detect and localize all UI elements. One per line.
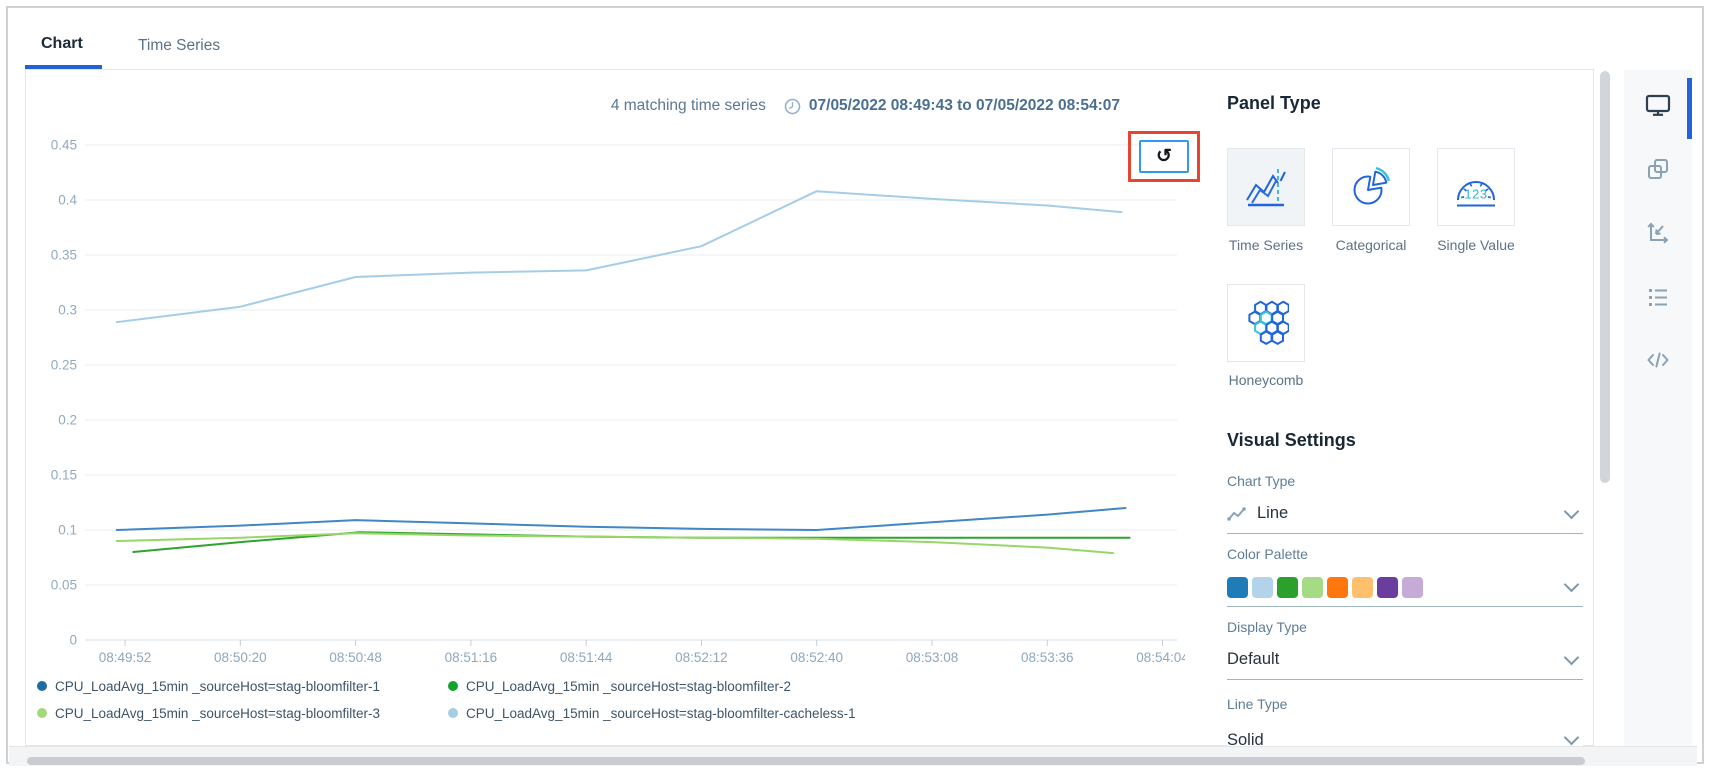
axes-icon[interactable] [1645, 220, 1671, 246]
legend-label: CPU_LoadAvg_15min _sourceHost=stag-bloom… [466, 706, 856, 721]
refresh-button[interactable]: ↺ [1139, 140, 1189, 173]
panel-type-time-series[interactable] [1227, 148, 1305, 226]
svg-text:0.05: 0.05 [51, 578, 77, 593]
chart-canvas[interactable]: 0 0.05 0.1 0.15 0.2 0.25 0.3 0.35 0.4 0.45 08:49:5… [27, 71, 1185, 691]
line-type-label: Line Type [1227, 696, 1287, 712]
legend-dot [37, 681, 47, 691]
palette-swatch [1377, 577, 1398, 598]
svg-text:08:49:52: 08:49:52 [99, 650, 152, 665]
svg-text:0.35: 0.35 [51, 248, 77, 263]
chart-legend: CPU_LoadAvg_15min _sourceHost=stag-bloom… [37, 676, 856, 723]
palette-swatch [1252, 577, 1273, 598]
list-icon[interactable] [1645, 284, 1671, 310]
svg-text:08:50:48: 08:50:48 [329, 650, 382, 665]
panel-type-title: Panel Type [1227, 93, 1321, 114]
svg-text:08:53:08: 08:53:08 [906, 650, 959, 665]
code-icon[interactable] [1645, 348, 1671, 374]
palette-swatch [1327, 577, 1348, 598]
chevron-down-icon [1564, 730, 1580, 746]
palette-swatch [1302, 577, 1323, 598]
line-chart-icon [1227, 506, 1247, 522]
color-palette-select[interactable] [1227, 568, 1583, 607]
palette-swatch [1402, 577, 1423, 598]
refresh-icon: ↺ [1156, 147, 1172, 166]
svg-text:08:51:16: 08:51:16 [445, 650, 498, 665]
panel-type-label: Honeycomb [1214, 372, 1318, 388]
legend-label: CPU_LoadAvg_15min _sourceHost=stag-bloom… [55, 679, 380, 694]
legend-label: CPU_LoadAvg_15min _sourceHost=stag-bloom… [466, 679, 791, 694]
svg-text:08:52:40: 08:52:40 [790, 650, 843, 665]
palette-swatch [1227, 577, 1248, 598]
svg-text:0.45: 0.45 [51, 138, 77, 153]
svg-text:0.1: 0.1 [58, 523, 77, 538]
legend-item[interactable]: CPU_LoadAvg_15min _sourceHost=stag-bloom… [448, 703, 856, 723]
panel-type-honeycomb[interactable] [1227, 284, 1305, 362]
svg-text:0.2: 0.2 [58, 413, 77, 428]
color-palette-label: Color Palette [1227, 546, 1308, 562]
panel-type-label: Time Series [1214, 237, 1318, 253]
svg-text:0.4: 0.4 [58, 193, 77, 208]
legend-dot [448, 708, 458, 718]
svg-text:0.25: 0.25 [51, 358, 77, 373]
toolbar-active-indicator [1687, 78, 1692, 139]
chart-type-value: Line [1257, 504, 1288, 523]
chart-type-select[interactable]: Line [1227, 494, 1583, 534]
svg-text:08:54:04: 08:54:04 [1136, 650, 1185, 665]
annotation-highlight-box: ↺ [1128, 131, 1200, 182]
app-window: Chart Time Series 4 matching time series… [0, 0, 1714, 772]
panel-type-label: Single Value [1424, 237, 1528, 253]
monitor-icon[interactable] [1645, 92, 1671, 118]
svg-text:123: 123 [1464, 187, 1487, 202]
categorical-icon [1348, 164, 1394, 210]
legend-item[interactable]: CPU_LoadAvg_15min _sourceHost=stag-bloom… [37, 676, 448, 696]
legend-item[interactable]: CPU_LoadAvg_15min _sourceHost=stag-bloom… [37, 703, 448, 723]
svg-text:08:50:20: 08:50:20 [214, 650, 267, 665]
single-value-icon: 123 [1453, 164, 1499, 210]
time-series-icon [1243, 164, 1289, 210]
tab-chart[interactable]: Chart [41, 35, 83, 53]
vertical-scrollbar[interactable] [1600, 71, 1610, 483]
svg-text:0: 0 [69, 633, 77, 648]
svg-text:08:52:12: 08:52:12 [675, 650, 728, 665]
visual-settings-title: Visual Settings [1227, 430, 1356, 451]
svg-text:0.3: 0.3 [58, 303, 77, 318]
display-type-select[interactable]: Default [1227, 640, 1583, 680]
honeycomb-icon [1243, 300, 1289, 346]
palette-swatches [1227, 577, 1427, 598]
chart-type-label: Chart Type [1227, 473, 1295, 489]
legend-dot [37, 708, 47, 718]
horizontal-scrollbar[interactable] [27, 757, 1585, 765]
layers-icon[interactable] [1645, 156, 1671, 182]
legend-label: CPU_LoadAvg_15min _sourceHost=stag-bloom… [55, 706, 380, 721]
svg-text:0.15: 0.15 [51, 468, 77, 483]
right-toolbar [1624, 70, 1692, 746]
chevron-down-icon [1564, 503, 1580, 519]
svg-text:08:51:44: 08:51:44 [560, 650, 613, 665]
palette-swatch [1277, 577, 1298, 598]
chevron-down-icon [1564, 577, 1580, 593]
panel-type-single-value[interactable]: 123 [1437, 148, 1515, 226]
chevron-down-icon [1564, 649, 1580, 665]
legend-dot [448, 681, 458, 691]
display-type-label: Display Type [1227, 619, 1307, 635]
palette-swatch [1352, 577, 1373, 598]
panel-type-categorical[interactable] [1332, 148, 1410, 226]
legend-item[interactable]: CPU_LoadAvg_15min _sourceHost=stag-bloom… [448, 676, 856, 696]
tab-time-series[interactable]: Time Series [138, 37, 220, 55]
display-type-value: Default [1227, 650, 1279, 669]
panel-type-label: Categorical [1319, 237, 1423, 253]
svg-text:08:53:36: 08:53:36 [1021, 650, 1074, 665]
